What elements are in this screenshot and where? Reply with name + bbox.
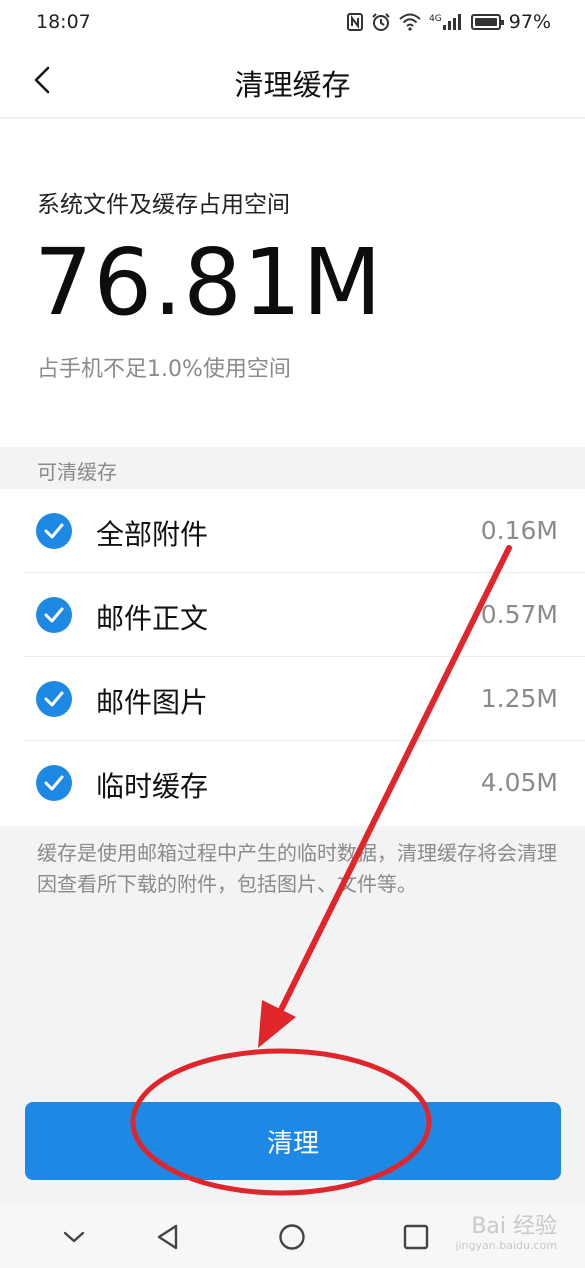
list-item-attachments[interactable]: 全部附件 0.16M (0, 489, 585, 573)
watermark-url: jingyan.baidu.com (455, 1239, 557, 1252)
check-circle-icon[interactable] (36, 597, 72, 633)
item-label: 全部附件 (96, 518, 209, 551)
summary-subtext: 占手机不足1.0%使用空间 (37, 357, 291, 382)
check-circle-icon[interactable] (36, 513, 72, 549)
signal-icon: 4G (429, 14, 461, 30)
summary-label: 系统文件及缓存占用空间 (37, 192, 290, 218)
check-circle-icon[interactable] (36, 765, 72, 801)
item-size: 0.16M (480, 516, 558, 545)
app-bar: 清理缓存 (0, 44, 585, 118)
item-label: 临时缓存 (96, 770, 209, 803)
status-time: 18:07 (36, 11, 91, 33)
status-icons: 4G 97% (347, 11, 551, 33)
item-size: 0.57M (480, 600, 558, 629)
page-title: 清理缓存 (234, 68, 351, 102)
cache-summary: 系统文件及缓存占用空间 76.81M 占手机不足1.0%使用空间 (0, 119, 585, 447)
network-type-label: 4G (429, 14, 442, 24)
circle-home-icon[interactable] (274, 1219, 310, 1255)
square-recent-icon[interactable] (398, 1219, 434, 1255)
summary-size: 76.81M (34, 229, 383, 336)
watermark: Bai 经验 jingyan.baidu.com (455, 1215, 557, 1253)
chevron-down-icon[interactable] (56, 1219, 92, 1255)
watermark-brand: Bai 经验 (471, 1214, 557, 1239)
list-item-mail-images[interactable]: 邮件图片 1.25M (0, 657, 585, 741)
item-label: 邮件图片 (96, 686, 209, 719)
alarm-icon (371, 13, 391, 31)
item-size: 4.05M (480, 768, 558, 797)
battery-icon (470, 14, 504, 30)
list-item-temp-cache[interactable]: 临时缓存 4.05M (0, 741, 585, 825)
item-size: 1.25M (480, 684, 558, 713)
battery-percent: 97% (508, 11, 551, 33)
list-item-mail-body[interactable]: 邮件正文 0.57M (0, 573, 585, 657)
wifi-icon (399, 13, 421, 31)
clean-button[interactable]: 清理 (25, 1102, 561, 1180)
check-circle-icon[interactable] (36, 681, 72, 717)
cache-note: 缓存是使用邮箱过程中产生的临时数据，清理缓存将会清理因查看所下载的附件，包括图片… (37, 841, 557, 896)
item-label: 邮件正文 (96, 602, 209, 635)
section-title: 可清缓存 (37, 460, 117, 484)
nfc-icon (347, 13, 364, 31)
triangle-back-icon[interactable] (150, 1219, 186, 1255)
status-bar: 18:07 4G 97% (0, 0, 585, 44)
cache-list: 全部附件 0.16M 邮件正文 0.57M 邮件图片 1.25M 临时缓存 4.… (0, 489, 585, 826)
